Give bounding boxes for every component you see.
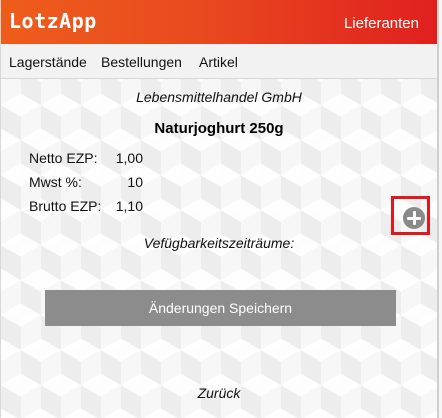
nav-item-stock[interactable]: Lagerstände xyxy=(9,54,87,70)
add-button-highlight xyxy=(391,196,430,235)
app-header: LotzApp Lieferanten xyxy=(1,0,437,44)
nav-item-articles[interactable]: Artikel xyxy=(199,54,238,70)
availability-heading: Vefügbarkeitszeiträume: xyxy=(143,235,295,251)
product-title: Naturjoghurt 250g xyxy=(154,120,284,137)
main-nav: Lagerstände Bestellungen Artikel xyxy=(1,44,437,79)
save-changes-button[interactable]: Änderungen Speichern xyxy=(45,290,396,326)
detail-value: 10 xyxy=(127,174,143,190)
suppliers-link[interactable]: Lieferanten xyxy=(344,15,419,32)
detail-value: 1,00 xyxy=(115,150,143,166)
supplier-name: Lebensmittelhandel GmbH xyxy=(136,89,302,105)
plus-circle-icon[interactable] xyxy=(403,207,425,229)
app-frame: LotzApp Lieferanten Lagerstände Bestellu… xyxy=(0,0,439,418)
detail-value: 1,10 xyxy=(115,198,143,214)
detail-label: Mwst %: xyxy=(29,174,82,190)
detail-label: Brutto EZP: xyxy=(29,198,102,214)
nav-item-orders[interactable]: Bestellungen xyxy=(101,54,182,70)
app-logo[interactable]: LotzApp xyxy=(9,9,97,33)
back-link[interactable]: Zurück xyxy=(1,385,437,401)
detail-label: Netto EZP: xyxy=(29,150,98,166)
